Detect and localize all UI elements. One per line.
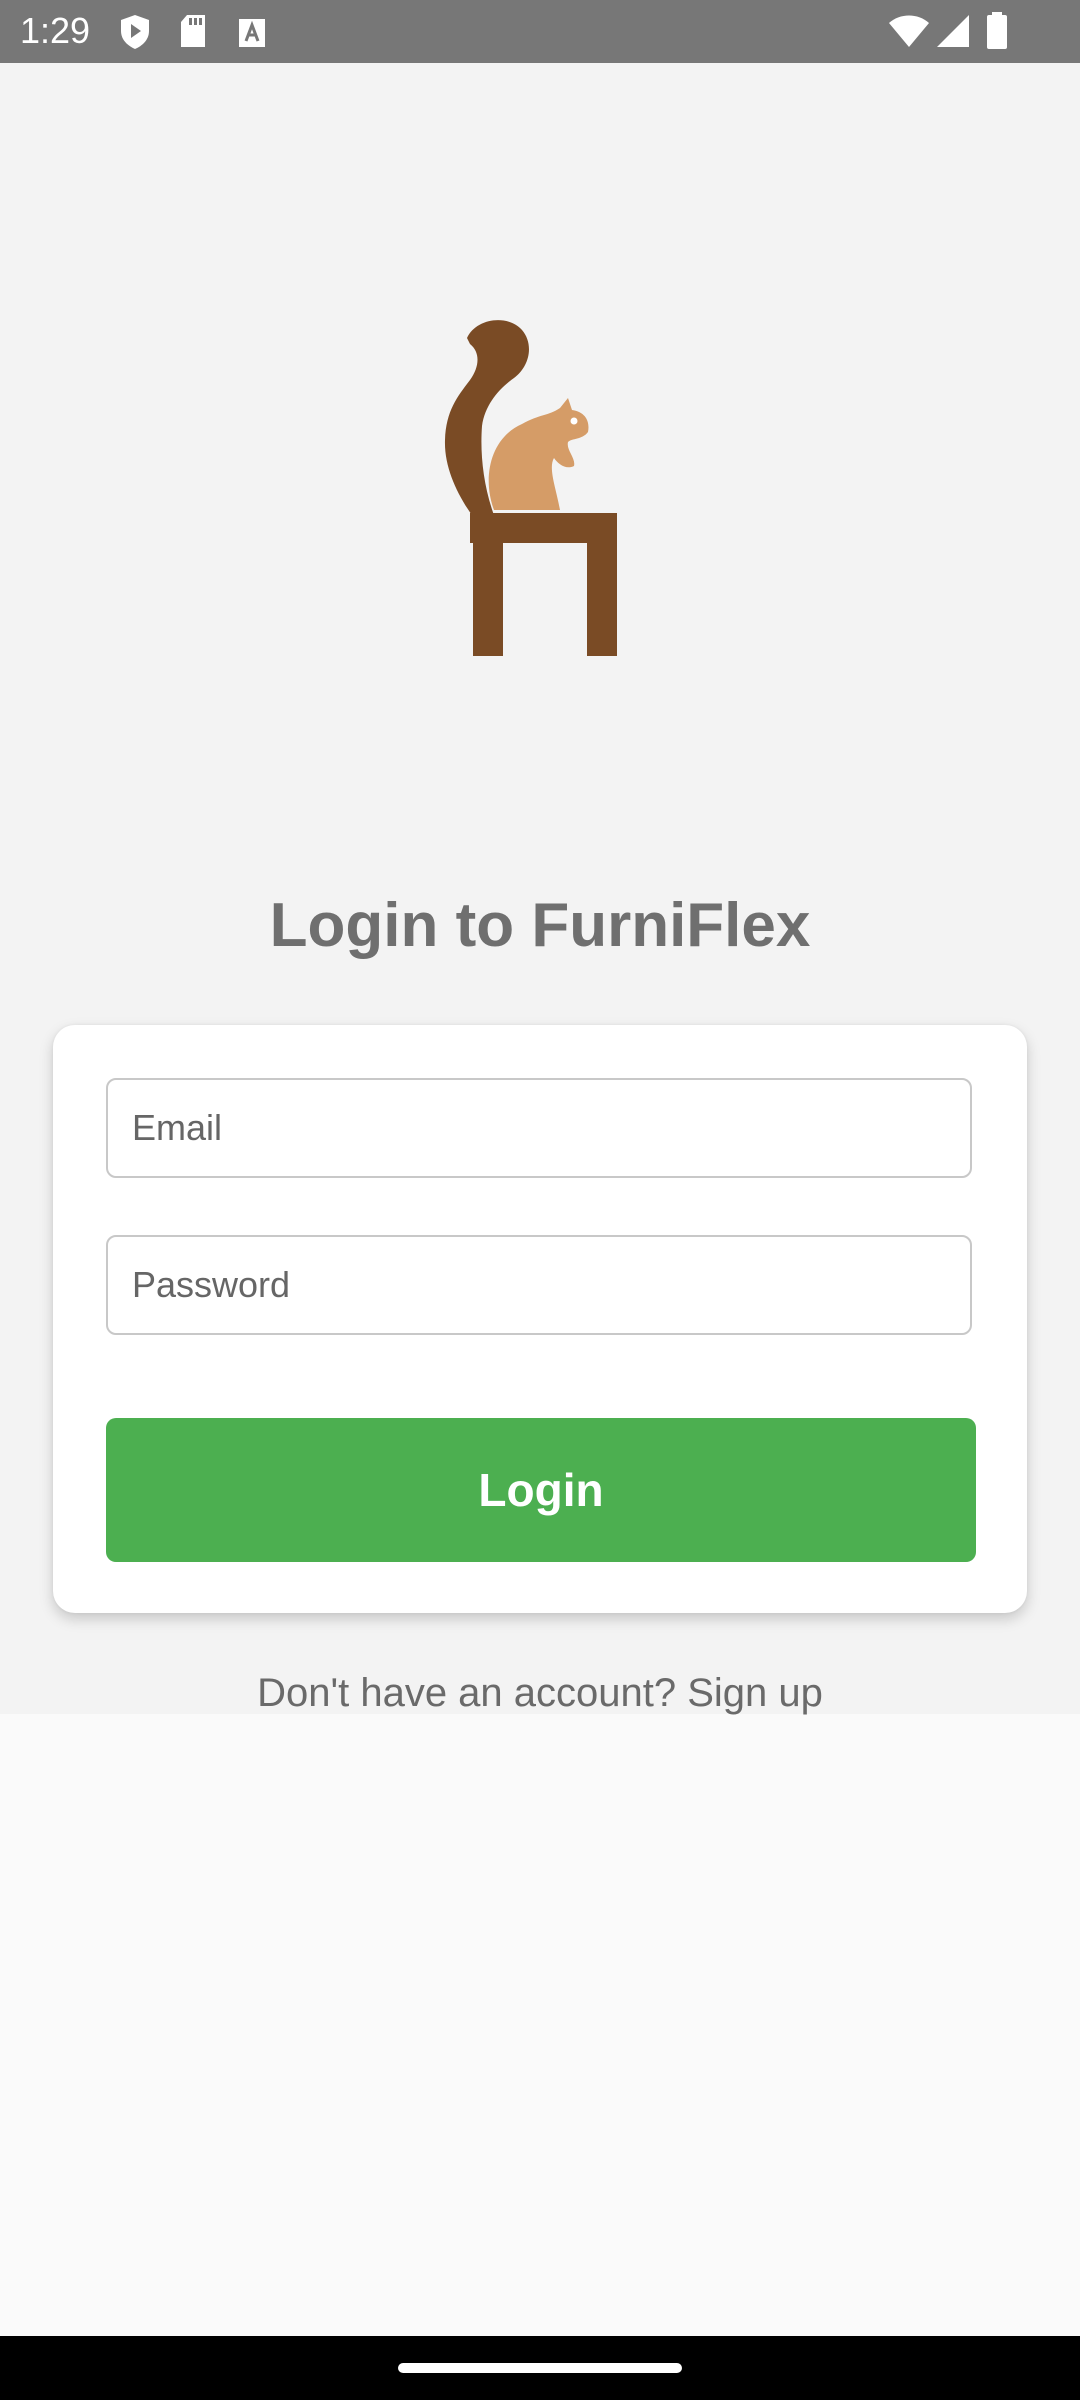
login-card: Email Password Login [53,1025,1027,1613]
page-title: Login to FurniFlex [269,891,811,960]
home-gesture-handle[interactable] [398,2363,682,2373]
wifi-icon [889,15,929,47]
sd-card-icon [181,15,205,47]
status-time: 1:29 [20,10,91,51]
signup-link[interactable]: Don't have an account? Sign up [0,1671,1080,1716]
signal-icon [937,15,969,47]
status-bar: 1:29 [0,0,1080,63]
login-screen: Login to FurniFlex Email Password Login … [0,63,1080,1716]
shield-icon [121,15,149,49]
login-button[interactable]: Login [106,1418,976,1562]
font-a-icon [239,19,265,47]
password-field[interactable]: Password [106,1235,972,1335]
battery-icon [987,12,1007,49]
email-field[interactable]: Email [106,1078,972,1178]
squirrel-chair-logo [444,320,617,656]
navigation-bar [0,2336,1080,2400]
